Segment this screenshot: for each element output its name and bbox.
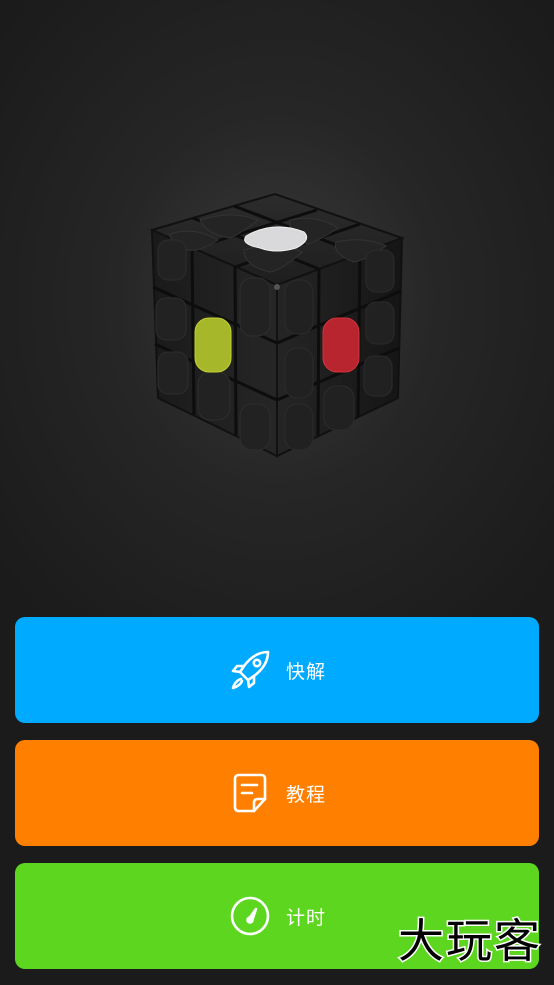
timer-label: 计时 — [285, 906, 326, 929]
rocket-icon — [228, 648, 272, 692]
tutorial-label: 教程 — [285, 783, 326, 806]
tutorial-button[interactable]: 教程 — [15, 740, 539, 846]
quick-solve-button[interactable]: 快解 — [15, 617, 539, 723]
rubiks-cube-image — [140, 190, 414, 465]
quick-solve-label: 快解 — [285, 660, 326, 683]
watermark-logo: 大玩客 — [397, 913, 542, 970]
stopwatch-icon — [228, 894, 272, 938]
document-icon — [228, 771, 272, 815]
